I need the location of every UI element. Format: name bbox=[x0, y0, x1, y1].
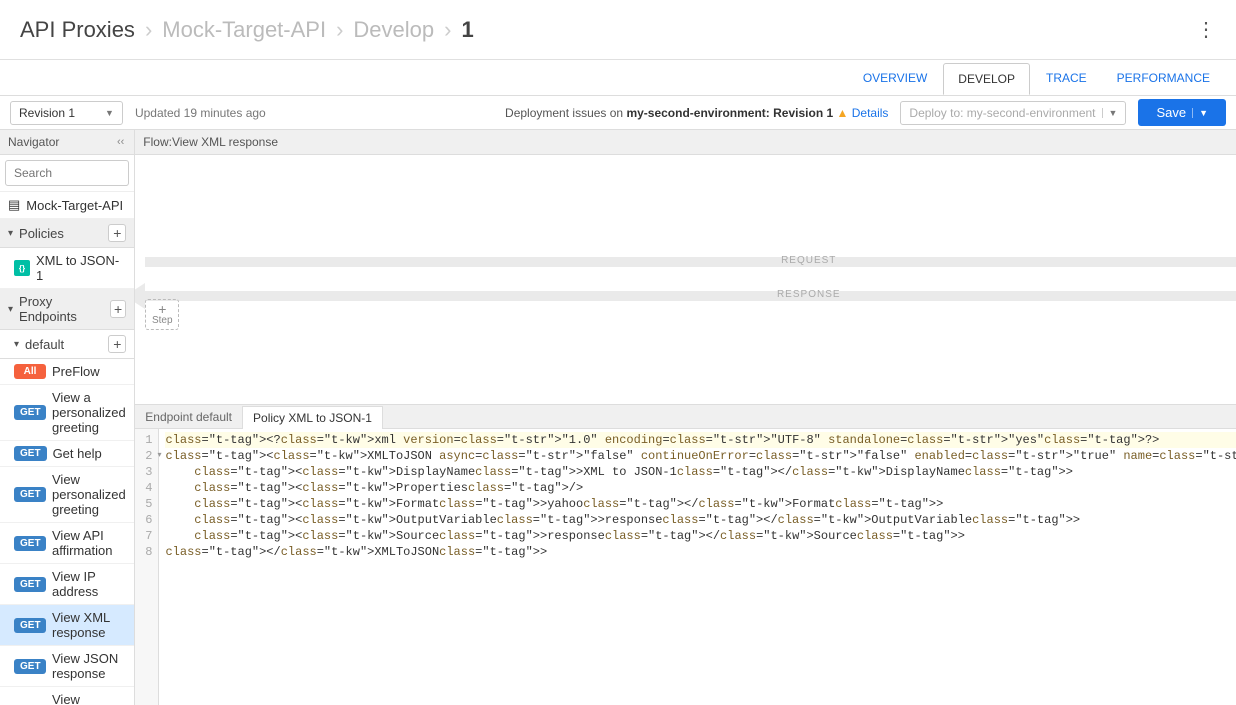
flow-name: View XML response bbox=[52, 610, 126, 640]
caret-down-icon: ▼ bbox=[1102, 108, 1118, 118]
deploy-to-dropdown[interactable]: Deploy to: my-second-environment ▼ bbox=[900, 101, 1126, 125]
view-tabs: OVERVIEW DEVELOP TRACE PERFORMANCE bbox=[0, 60, 1236, 96]
tab-overview[interactable]: OVERVIEW bbox=[849, 63, 941, 93]
tree-flow-item[interactable]: GET View XML response bbox=[0, 605, 134, 646]
revision-label: Revision 1 bbox=[19, 106, 75, 120]
page-header: API Proxies › Mock-Target-API › Develop … bbox=[0, 0, 1236, 60]
method-badge: GET bbox=[14, 446, 47, 461]
tree-flow-item[interactable]: GET View IP address bbox=[0, 564, 134, 605]
breadcrumb-section[interactable]: Develop bbox=[353, 17, 434, 43]
proxy-icon: ▤ bbox=[8, 197, 20, 213]
tree-flow-item[interactable]: All PreFlow bbox=[0, 359, 134, 385]
tab-develop[interactable]: DEVELOP bbox=[943, 63, 1030, 95]
editor-panel: Flow: View XML response Help for Selecte… bbox=[135, 130, 1236, 705]
arrow-left-icon bbox=[135, 283, 145, 309]
request-pipeline bbox=[145, 257, 1236, 267]
add-policy-button[interactable]: + bbox=[108, 224, 126, 242]
search-input[interactable] bbox=[5, 160, 129, 186]
tree-flow-item[interactable]: GET View API affirmation bbox=[0, 523, 134, 564]
code-tabs: Endpoint default Policy XML to JSON-1 ︾ bbox=[135, 405, 1236, 429]
add-response-step-button[interactable]: + Step bbox=[145, 299, 179, 330]
deployment-issues: Deployment issues on my-second-environme… bbox=[505, 106, 888, 120]
tree-section-proxy-endpoints[interactable]: ▾ Proxy Endpoints + bbox=[0, 289, 134, 330]
navigator-search bbox=[0, 155, 134, 192]
tree-flow-item[interactable]: GET View JSON response bbox=[0, 646, 134, 687]
flow-header: Flow: View XML response Help for Selecte… bbox=[135, 130, 1236, 155]
tree-flow-item[interactable]: GET Get help bbox=[0, 441, 134, 467]
revision-dropdown[interactable]: Revision 1 ▼ bbox=[10, 101, 123, 125]
tree-policy-item[interactable]: {} XML to JSON-1 bbox=[0, 248, 134, 289]
more-menu-icon[interactable]: ⋮ bbox=[1196, 17, 1216, 42]
collapse-left-icon[interactable]: ‹‹ bbox=[115, 134, 126, 150]
response-label: RESPONSE bbox=[777, 289, 841, 300]
chevron-right-icon: › bbox=[336, 17, 343, 43]
code-editor[interactable]: 12345678 class="t-tag"><?class="t-kw">xm… bbox=[135, 429, 1236, 705]
navigator-panel: Navigator ‹‹ ▤ Mock-Target-API ▾ Policie… bbox=[0, 130, 135, 705]
tree-flow-item[interactable]: GETView request headers and body bbox=[0, 687, 134, 705]
add-flow-button[interactable]: + bbox=[108, 335, 126, 353]
add-proxy-endpoint-button[interactable]: + bbox=[110, 300, 126, 318]
tree-section-policies[interactable]: ▾ Policies + bbox=[0, 219, 134, 248]
updated-text: Updated 19 minutes ago bbox=[135, 106, 266, 120]
flow-name: View request headers and body bbox=[52, 692, 126, 705]
details-link[interactable]: Details bbox=[852, 106, 889, 120]
code-tab-policy[interactable]: Policy XML to JSON-1 bbox=[243, 406, 383, 429]
flow-name: View a personalized greeting bbox=[52, 390, 126, 435]
tree-flow-item[interactable]: GET View personalized greeting bbox=[0, 467, 134, 523]
caret-down-icon: ▾ bbox=[14, 339, 19, 350]
breadcrumb-proxy[interactable]: Mock-Target-API bbox=[162, 17, 326, 43]
toolbar: Revision 1 ▼ Updated 19 minutes ago Depl… bbox=[0, 96, 1236, 130]
breadcrumb-root[interactable]: API Proxies bbox=[20, 17, 135, 43]
breadcrumb: API Proxies › Mock-Target-API › Develop … bbox=[20, 17, 474, 43]
method-badge: GET bbox=[14, 577, 46, 592]
flow-diagram: + Step REQUEST RESPONSE + Step ↓ { } XML… bbox=[135, 155, 1236, 405]
flow-name: View JSON response bbox=[52, 651, 126, 681]
navigator-tree: ▤ Mock-Target-API ▾ Policies + {} XML to… bbox=[0, 192, 134, 705]
method-badge: GET bbox=[14, 405, 46, 420]
tree-proxy-root[interactable]: ▤ Mock-Target-API bbox=[0, 192, 134, 219]
chevron-right-icon: › bbox=[444, 17, 451, 43]
method-badge: All bbox=[14, 364, 46, 379]
caret-down-icon: ▾ bbox=[8, 304, 13, 315]
plus-icon: + bbox=[146, 303, 178, 315]
navigator-header: Navigator ‹‹ bbox=[0, 130, 134, 155]
tab-trace[interactable]: TRACE bbox=[1032, 63, 1101, 93]
code-lines[interactable]: class="t-tag"><?class="t-kw">xml version… bbox=[159, 429, 1236, 705]
method-badge: GET bbox=[14, 618, 46, 633]
method-badge: GET bbox=[14, 659, 46, 674]
code-gutter: 12345678 bbox=[135, 429, 159, 705]
flow-name: View personalized greeting bbox=[52, 472, 126, 517]
tab-performance[interactable]: PERFORMANCE bbox=[1103, 63, 1224, 93]
flow-name: PreFlow bbox=[52, 364, 100, 379]
flow-name: View API affirmation bbox=[52, 528, 126, 558]
caret-down-icon: ▾ bbox=[8, 228, 13, 239]
code-tab-endpoint[interactable]: Endpoint default bbox=[135, 406, 243, 428]
flow-name: View IP address bbox=[52, 569, 126, 599]
xml-json-icon: {} bbox=[14, 260, 30, 276]
save-button[interactable]: Save ▼ bbox=[1138, 99, 1226, 126]
tree-proxy-default[interactable]: ▾ default + bbox=[0, 330, 134, 359]
request-label: REQUEST bbox=[781, 255, 836, 266]
warning-icon: ▲ bbox=[837, 106, 849, 120]
method-badge: GET bbox=[14, 487, 46, 502]
caret-down-icon: ▼ bbox=[1192, 108, 1208, 118]
tree-flow-item[interactable]: GET View a personalized greeting bbox=[0, 385, 134, 441]
response-pipeline bbox=[145, 291, 1236, 301]
chevron-right-icon: › bbox=[145, 17, 152, 43]
breadcrumb-revision: 1 bbox=[461, 17, 473, 43]
main-area: Navigator ‹‹ ▤ Mock-Target-API ▾ Policie… bbox=[0, 130, 1236, 705]
caret-down-icon: ▼ bbox=[105, 108, 114, 118]
flow-name: Get help bbox=[53, 446, 102, 461]
method-badge: GET bbox=[14, 536, 46, 551]
